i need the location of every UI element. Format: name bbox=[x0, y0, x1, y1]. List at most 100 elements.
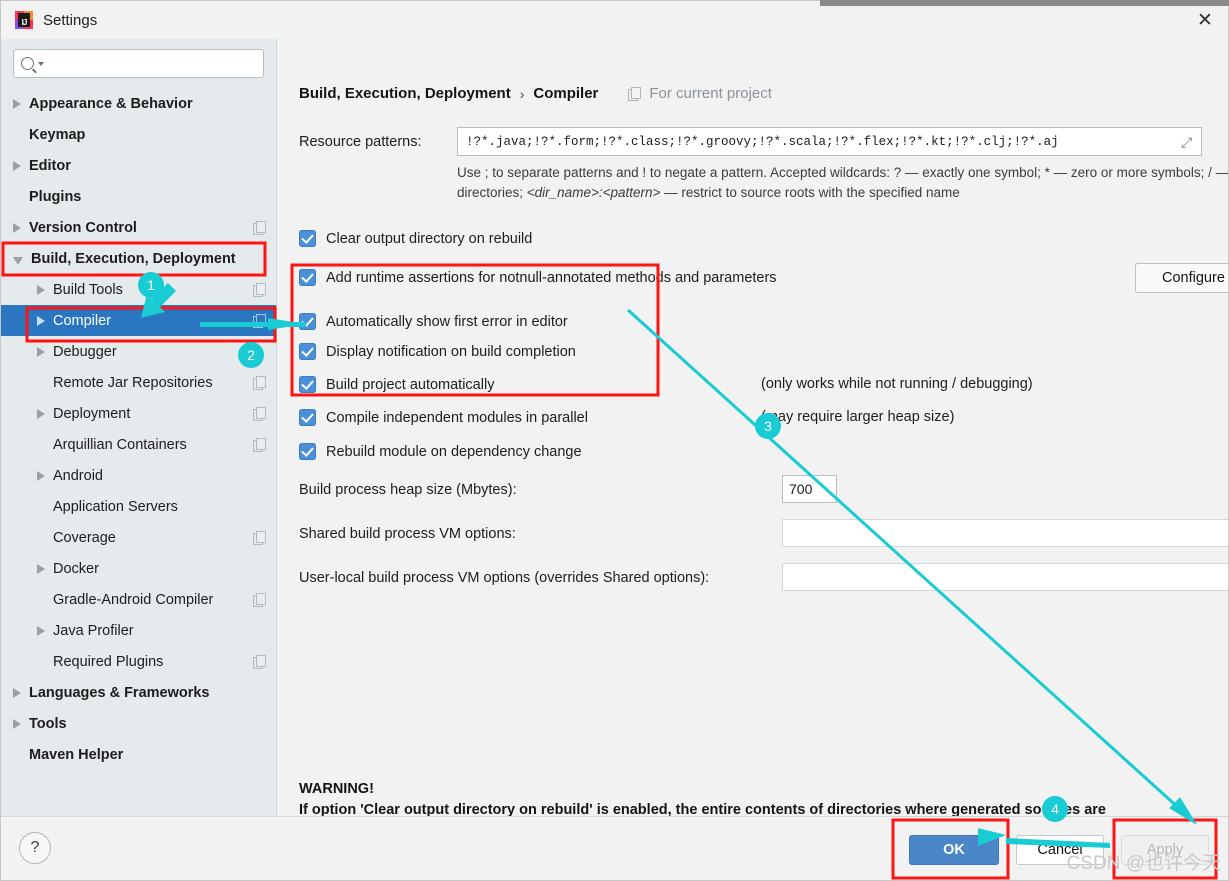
sidebar-item-required-plugins[interactable]: Required Plugins bbox=[1, 646, 276, 677]
compiler-settings-panel: Build, Execution, Deployment › Compiler … bbox=[277, 39, 1228, 816]
configure-annotations-button[interactable]: Configure annotations... bbox=[1135, 263, 1228, 293]
sidebar-item-docker[interactable]: Docker bbox=[1, 553, 276, 584]
checkbox-parallel-compile-box[interactable] bbox=[299, 409, 316, 426]
sidebar-item-languages-frameworks[interactable]: Languages & Frameworks bbox=[1, 677, 276, 708]
chevron-right-icon[interactable] bbox=[37, 408, 45, 419]
chevron-right-icon[interactable] bbox=[37, 625, 45, 636]
sidebar-item-android[interactable]: Android bbox=[1, 460, 276, 491]
sidebar-item-tools[interactable]: Tools bbox=[1, 708, 276, 739]
checkbox-display-notification-box[interactable] bbox=[299, 343, 316, 360]
sidebar-item-java-profiler[interactable]: Java Profiler bbox=[1, 615, 276, 646]
cancel-button[interactable]: Cancel bbox=[1016, 835, 1104, 865]
chevron-right-icon[interactable] bbox=[13, 222, 21, 233]
sidebar-item-deployment[interactable]: Deployment bbox=[1, 398, 276, 429]
chevron-right-icon[interactable] bbox=[37, 470, 45, 481]
resource-patterns-field[interactable]: ⤢ bbox=[457, 127, 1202, 156]
sidebar-item-application-servers[interactable]: Application Servers bbox=[1, 491, 276, 522]
search-box[interactable] bbox=[13, 49, 264, 78]
sidebar-item-label: Application Servers bbox=[53, 498, 178, 515]
chevron-right-icon[interactable] bbox=[13, 687, 21, 698]
help-line-2b: — restrict to source roots with bbox=[660, 185, 843, 200]
sidebar-item-label: Keymap bbox=[29, 126, 86, 143]
sidebar-item-label: Android bbox=[53, 467, 103, 484]
settings-tree: Appearance & Behavior Keymap Editor Plugins… bbox=[1, 86, 276, 770]
sidebar-item-label: Compiler bbox=[53, 312, 112, 329]
heap-size-input[interactable] bbox=[782, 475, 837, 503]
shared-vm-options-input[interactable] bbox=[782, 519, 1228, 547]
dialog-footer: ? OK Cancel Apply bbox=[1, 816, 1228, 880]
sidebar-item-label: Maven Helper bbox=[29, 746, 124, 763]
chevron-down-icon[interactable] bbox=[38, 61, 44, 66]
sidebar-item-label: Languages & Frameworks bbox=[29, 684, 210, 701]
project-scope-icon bbox=[253, 655, 266, 669]
checkbox-parallel-compile[interactable]: Compile independent modules in parallel bbox=[299, 409, 588, 426]
project-scope-icon bbox=[253, 314, 266, 328]
sidebar-item-maven-helper[interactable]: Maven Helper bbox=[1, 739, 276, 770]
close-icon[interactable]: ✕ bbox=[1182, 1, 1228, 39]
sidebar-item-label: Tools bbox=[29, 715, 67, 732]
sidebar-item-label: Gradle-Android Compiler bbox=[53, 591, 214, 608]
checkbox-display-notification[interactable]: Display notification on build completion bbox=[299, 343, 576, 360]
chevron-right-icon[interactable] bbox=[13, 160, 21, 171]
checkbox-build-automatically-label: Build project automatically bbox=[326, 376, 495, 393]
help-icon[interactable]: ? bbox=[19, 832, 51, 864]
sidebar-item-label: Build Tools bbox=[53, 281, 123, 298]
sidebar-item-coverage[interactable]: Coverage bbox=[1, 522, 276, 553]
resource-patterns-row: Resource patterns: ⤢ bbox=[299, 127, 1202, 156]
sidebar-item-label: Version Control bbox=[29, 219, 137, 236]
sidebar-item-label: Editor bbox=[29, 157, 71, 174]
checkbox-clear-output[interactable]: Clear output directory on rebuild bbox=[299, 230, 532, 247]
chevron-right-icon[interactable] bbox=[37, 346, 45, 357]
checkbox-runtime-assertions[interactable]: Add runtime assertions for notnull-annot… bbox=[299, 269, 777, 286]
resource-patterns-input[interactable] bbox=[464, 133, 1164, 150]
chevron-right-icon[interactable] bbox=[37, 284, 45, 295]
expand-icon[interactable]: ⤢ bbox=[1181, 135, 1195, 149]
sidebar-item-gradle-android-compiler[interactable]: Gradle-Android Compiler bbox=[1, 584, 276, 615]
search-input[interactable] bbox=[48, 55, 256, 72]
sidebar-item-build-execution-deployment[interactable]: Build, Execution, Deployment bbox=[1, 243, 276, 274]
ok-button[interactable]: OK bbox=[909, 835, 999, 865]
sidebar-item-appearance-behavior[interactable]: Appearance & Behavior bbox=[1, 88, 276, 119]
checkbox-rebuild-on-dependency-box[interactable] bbox=[299, 443, 316, 460]
sidebar-item-keymap[interactable]: Keymap bbox=[1, 119, 276, 150]
chevron-right-icon[interactable] bbox=[37, 563, 45, 574]
sidebar-item-version-control[interactable]: Version Control bbox=[1, 212, 276, 243]
breadcrumb-separator: › bbox=[519, 85, 525, 102]
userlocal-vm-options-input[interactable] bbox=[782, 563, 1228, 591]
breadcrumb: Build, Execution, Deployment › Compiler … bbox=[299, 85, 772, 102]
project-scope-icon bbox=[253, 376, 266, 390]
sidebar-item-plugins[interactable]: Plugins bbox=[1, 181, 276, 212]
sidebar-item-arquillian-containers[interactable]: Arquillian Containers bbox=[1, 429, 276, 460]
checkbox-parallel-compile-label: Compile independent modules in parallel bbox=[326, 409, 588, 426]
heap-size-label: Build process heap size (Mbytes): bbox=[299, 482, 517, 498]
sidebar-item-compiler[interactable]: Compiler bbox=[1, 305, 276, 336]
settings-sidebar: Appearance & Behavior Keymap Editor Plugins… bbox=[1, 39, 277, 816]
sidebar-item-remote-jar-repositories[interactable]: Remote Jar Repositories bbox=[1, 367, 276, 398]
checkbox-build-automatically[interactable]: Build project automatically bbox=[299, 376, 494, 393]
checkbox-rebuild-on-dependency[interactable]: Rebuild module on dependency change bbox=[299, 443, 582, 460]
apply-button: Apply bbox=[1121, 835, 1209, 865]
checkbox-clear-output-label: Clear output directory on rebuild bbox=[326, 230, 533, 247]
project-scope-icon bbox=[628, 87, 642, 101]
chevron-down-icon[interactable] bbox=[13, 256, 23, 265]
userlocal-vm-options-label: User-local build process VM options (ove… bbox=[299, 570, 710, 586]
chevron-right-icon[interactable] bbox=[37, 315, 45, 326]
checkbox-show-first-error-box[interactable] bbox=[299, 313, 316, 330]
checkbox-build-automatically-box[interactable] bbox=[299, 376, 316, 393]
checkbox-clear-output-box[interactable] bbox=[299, 230, 316, 247]
chevron-right-icon[interactable] bbox=[13, 98, 21, 109]
sidebar-item-label: Coverage bbox=[53, 529, 116, 546]
window-title: Settings bbox=[43, 11, 98, 29]
sidebar-item-build-tools[interactable]: Build Tools bbox=[1, 274, 276, 305]
checkbox-rebuild-on-dependency-label: Rebuild module on dependency change bbox=[326, 443, 582, 460]
sidebar-item-label: Build, Execution, Deployment bbox=[31, 250, 236, 267]
breadcrumb-parent[interactable]: Build, Execution, Deployment bbox=[299, 85, 511, 102]
resource-patterns-label: Resource patterns: bbox=[299, 133, 422, 150]
chevron-right-icon[interactable] bbox=[13, 718, 21, 729]
sidebar-item-debugger[interactable]: Debugger bbox=[1, 336, 276, 367]
checkbox-runtime-assertions-box[interactable] bbox=[299, 269, 316, 286]
checkbox-show-first-error[interactable]: Automatically show first error in editor bbox=[299, 313, 568, 330]
sidebar-item-editor[interactable]: Editor bbox=[1, 150, 276, 181]
scope-label: For current project bbox=[649, 85, 772, 102]
sidebar-item-label: Docker bbox=[53, 560, 99, 577]
